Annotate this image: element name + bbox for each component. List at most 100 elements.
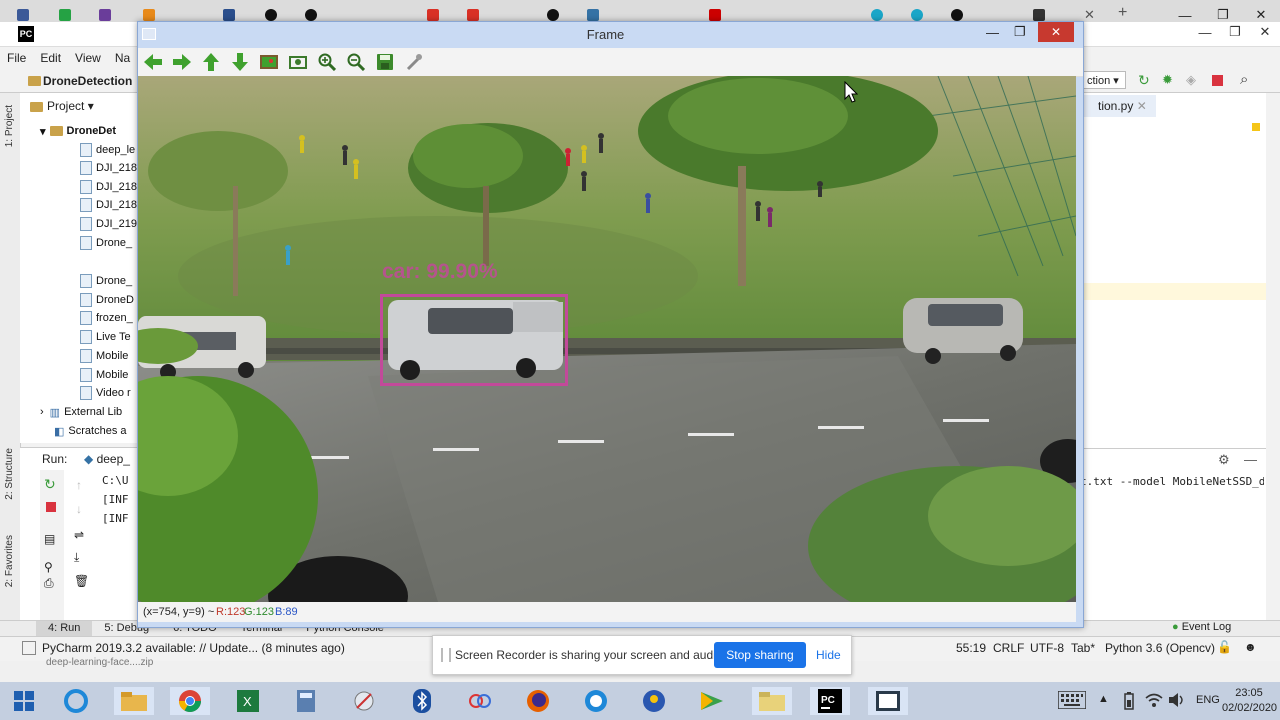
layout-icon[interactable]: ▤ xyxy=(44,532,55,546)
pycharm-taskbar-icon[interactable]: PC xyxy=(810,687,850,715)
internet-explorer-icon[interactable] xyxy=(56,687,96,715)
tree-item-root[interactable]: ▾ DroneDet xyxy=(40,122,116,140)
save-icon[interactable] xyxy=(374,51,396,73)
volume-icon[interactable] xyxy=(1168,692,1186,711)
firefox-icon[interactable] xyxy=(518,687,558,715)
rerun-icon[interactable]: ↻ xyxy=(1138,72,1150,89)
inspector-icon[interactable]: ☻ xyxy=(1244,640,1257,654)
maximize-icon[interactable]: ❐ xyxy=(1220,22,1250,42)
editor-area[interactable]: tion.py ✕ xyxy=(1076,93,1266,448)
excel-icon[interactable]: X xyxy=(228,687,268,715)
tree-item-file[interactable]: DJI_218 xyxy=(80,196,137,214)
tree-item-file[interactable]: Drone_ xyxy=(80,234,132,252)
status-message[interactable]: PyCharm 2019.3.2 available: // Update...… xyxy=(42,641,345,655)
print-icon[interactable]: ⎙ xyxy=(44,576,54,591)
line-separator[interactable]: CRLF xyxy=(993,641,1024,655)
coverage-icon[interactable]: ◈ xyxy=(1186,72,1196,88)
tree-item-file[interactable]: DroneD xyxy=(80,291,134,309)
screen-recorder-icon[interactable] xyxy=(868,687,908,715)
debug-icon[interactable]: ✹ xyxy=(1162,72,1173,88)
python-interpreter[interactable]: Python 3.6 (Opencv) xyxy=(1105,641,1215,655)
menu-navigate[interactable]: Na xyxy=(108,47,137,69)
project-tool-label[interactable]: 1: Project xyxy=(4,105,15,147)
tree-item-file[interactable]: DJI_219 xyxy=(80,215,137,233)
pin-icon[interactable]: ⚲ xyxy=(44,560,53,574)
favorites-tool-label[interactable]: 2: Favorites xyxy=(4,535,15,587)
toggle-tool-windows-icon[interactable] xyxy=(22,641,36,655)
search-icon[interactable]: ⌕ xyxy=(1240,71,1248,88)
stop-icon[interactable] xyxy=(1212,75,1223,86)
project-view-dropdown[interactable]: Project ▾ xyxy=(30,99,94,113)
tree-item-scratches[interactable]: ◧ Scratches a xyxy=(54,422,127,440)
video-frame[interactable]: car: 99.90% xyxy=(138,76,1076,602)
snipping-tool-icon[interactable] xyxy=(344,687,384,715)
menu-view[interactable]: View xyxy=(68,47,108,69)
minimize-icon[interactable]: — xyxy=(986,25,999,40)
minimize-icon[interactable]: — xyxy=(1190,22,1220,42)
tree-item-file[interactable]: DJI_218 xyxy=(80,178,137,196)
pan-down-icon[interactable] xyxy=(229,51,251,73)
indent-setting[interactable]: Tab* xyxy=(1071,641,1095,655)
warning-marker[interactable] xyxy=(1252,123,1260,131)
tree-item-external-libraries[interactable]: › ▥ External Lib xyxy=(40,403,122,421)
minimize-panel-icon[interactable]: — xyxy=(1244,452,1257,467)
gear-icon[interactable]: ⚙ xyxy=(1218,452,1230,468)
tree-item-file[interactable]: Video r xyxy=(80,384,131,402)
close-icon[interactable]: ✕ xyxy=(1038,22,1074,42)
tree-item-file[interactable]: Drone_ xyxy=(80,272,132,290)
calculator-icon[interactable] xyxy=(286,687,326,715)
tree-item-file[interactable]: deep_le xyxy=(80,141,135,159)
chat-app-icon[interactable] xyxy=(576,687,616,715)
pan-left-icon[interactable] xyxy=(142,51,164,73)
keyboard-icon[interactable] xyxy=(1057,690,1087,712)
zoom-out-icon[interactable] xyxy=(345,51,367,73)
tree-item-file[interactable]: Mobile xyxy=(80,366,128,384)
windows-start-icon[interactable] xyxy=(4,687,44,715)
soft-wrap-icon[interactable]: ⇌ xyxy=(74,528,84,542)
pan-right-icon[interactable] xyxy=(171,51,193,73)
zoom-to-fit-icon[interactable] xyxy=(258,51,280,73)
battery-icon[interactable] xyxy=(1124,692,1134,713)
clock-time[interactable]: 23:05 xyxy=(1224,687,1274,699)
caret-position[interactable]: 55:19 xyxy=(956,641,986,655)
editor-tab[interactable]: tion.py ✕ xyxy=(1076,95,1156,117)
properties-icon[interactable] xyxy=(403,51,425,73)
scroll-end-icon[interactable]: ⤓ xyxy=(74,550,79,565)
stop-sharing-button[interactable]: Stop sharing xyxy=(714,642,806,668)
close-icon[interactable]: ✕ xyxy=(1250,22,1280,42)
media-player-icon[interactable] xyxy=(692,687,732,715)
new-tab-icon[interactable]: + xyxy=(1118,4,1127,22)
structure-tool-label[interactable]: 2: Structure xyxy=(4,448,15,500)
pan-up-icon[interactable] xyxy=(200,51,222,73)
close-tab-icon[interactable]: ✕ xyxy=(1084,7,1095,23)
clock-date[interactable]: 02/02/2020 xyxy=(1222,702,1277,714)
tree-item-file[interactable]: Mobile xyxy=(80,347,128,365)
input-language[interactable]: ENG xyxy=(1196,694,1220,706)
file-encoding[interactable]: UTF-8 xyxy=(1030,641,1064,655)
lock-icon[interactable]: 🔓 xyxy=(1217,640,1232,654)
hide-button[interactable]: Hide xyxy=(816,648,841,662)
maps-app-icon[interactable] xyxy=(634,687,674,715)
tab-run[interactable]: 4: Run xyxy=(36,621,93,637)
bluetooth-icon[interactable] xyxy=(402,687,442,715)
chrome-icon[interactable] xyxy=(170,687,210,715)
project-breadcrumb[interactable]: DroneDetection xyxy=(43,74,132,88)
tree-item-file[interactable]: frozen_ xyxy=(80,309,133,327)
run-tab[interactable]: ◆ deep_ xyxy=(84,452,130,466)
zoom-actual-icon[interactable] xyxy=(287,51,309,73)
down-arrow-icon[interactable]: ↓ xyxy=(76,502,82,516)
up-arrow-icon[interactable]: ↑ xyxy=(76,478,82,492)
maximize-icon[interactable]: ❐ xyxy=(1014,24,1026,40)
zoom-in-icon[interactable] xyxy=(316,51,338,73)
frame-title-bar[interactable]: Frame — ❐ ✕ xyxy=(138,22,1083,48)
folder-icon[interactable] xyxy=(752,687,792,715)
event-log[interactable]: ● Event Log xyxy=(1172,621,1231,633)
menu-file[interactable]: File xyxy=(0,47,33,69)
menu-edit[interactable]: Edit xyxy=(33,47,68,69)
stop-icon[interactable] xyxy=(46,502,56,512)
show-hidden-icons[interactable]: ▲ xyxy=(1098,693,1109,705)
wifi-icon[interactable] xyxy=(1145,692,1163,711)
run-config-dropdown[interactable]: ction ▾ xyxy=(1080,71,1126,89)
tree-item-file[interactable]: DJI_218 xyxy=(80,159,137,177)
network-app-icon[interactable] xyxy=(460,687,500,715)
